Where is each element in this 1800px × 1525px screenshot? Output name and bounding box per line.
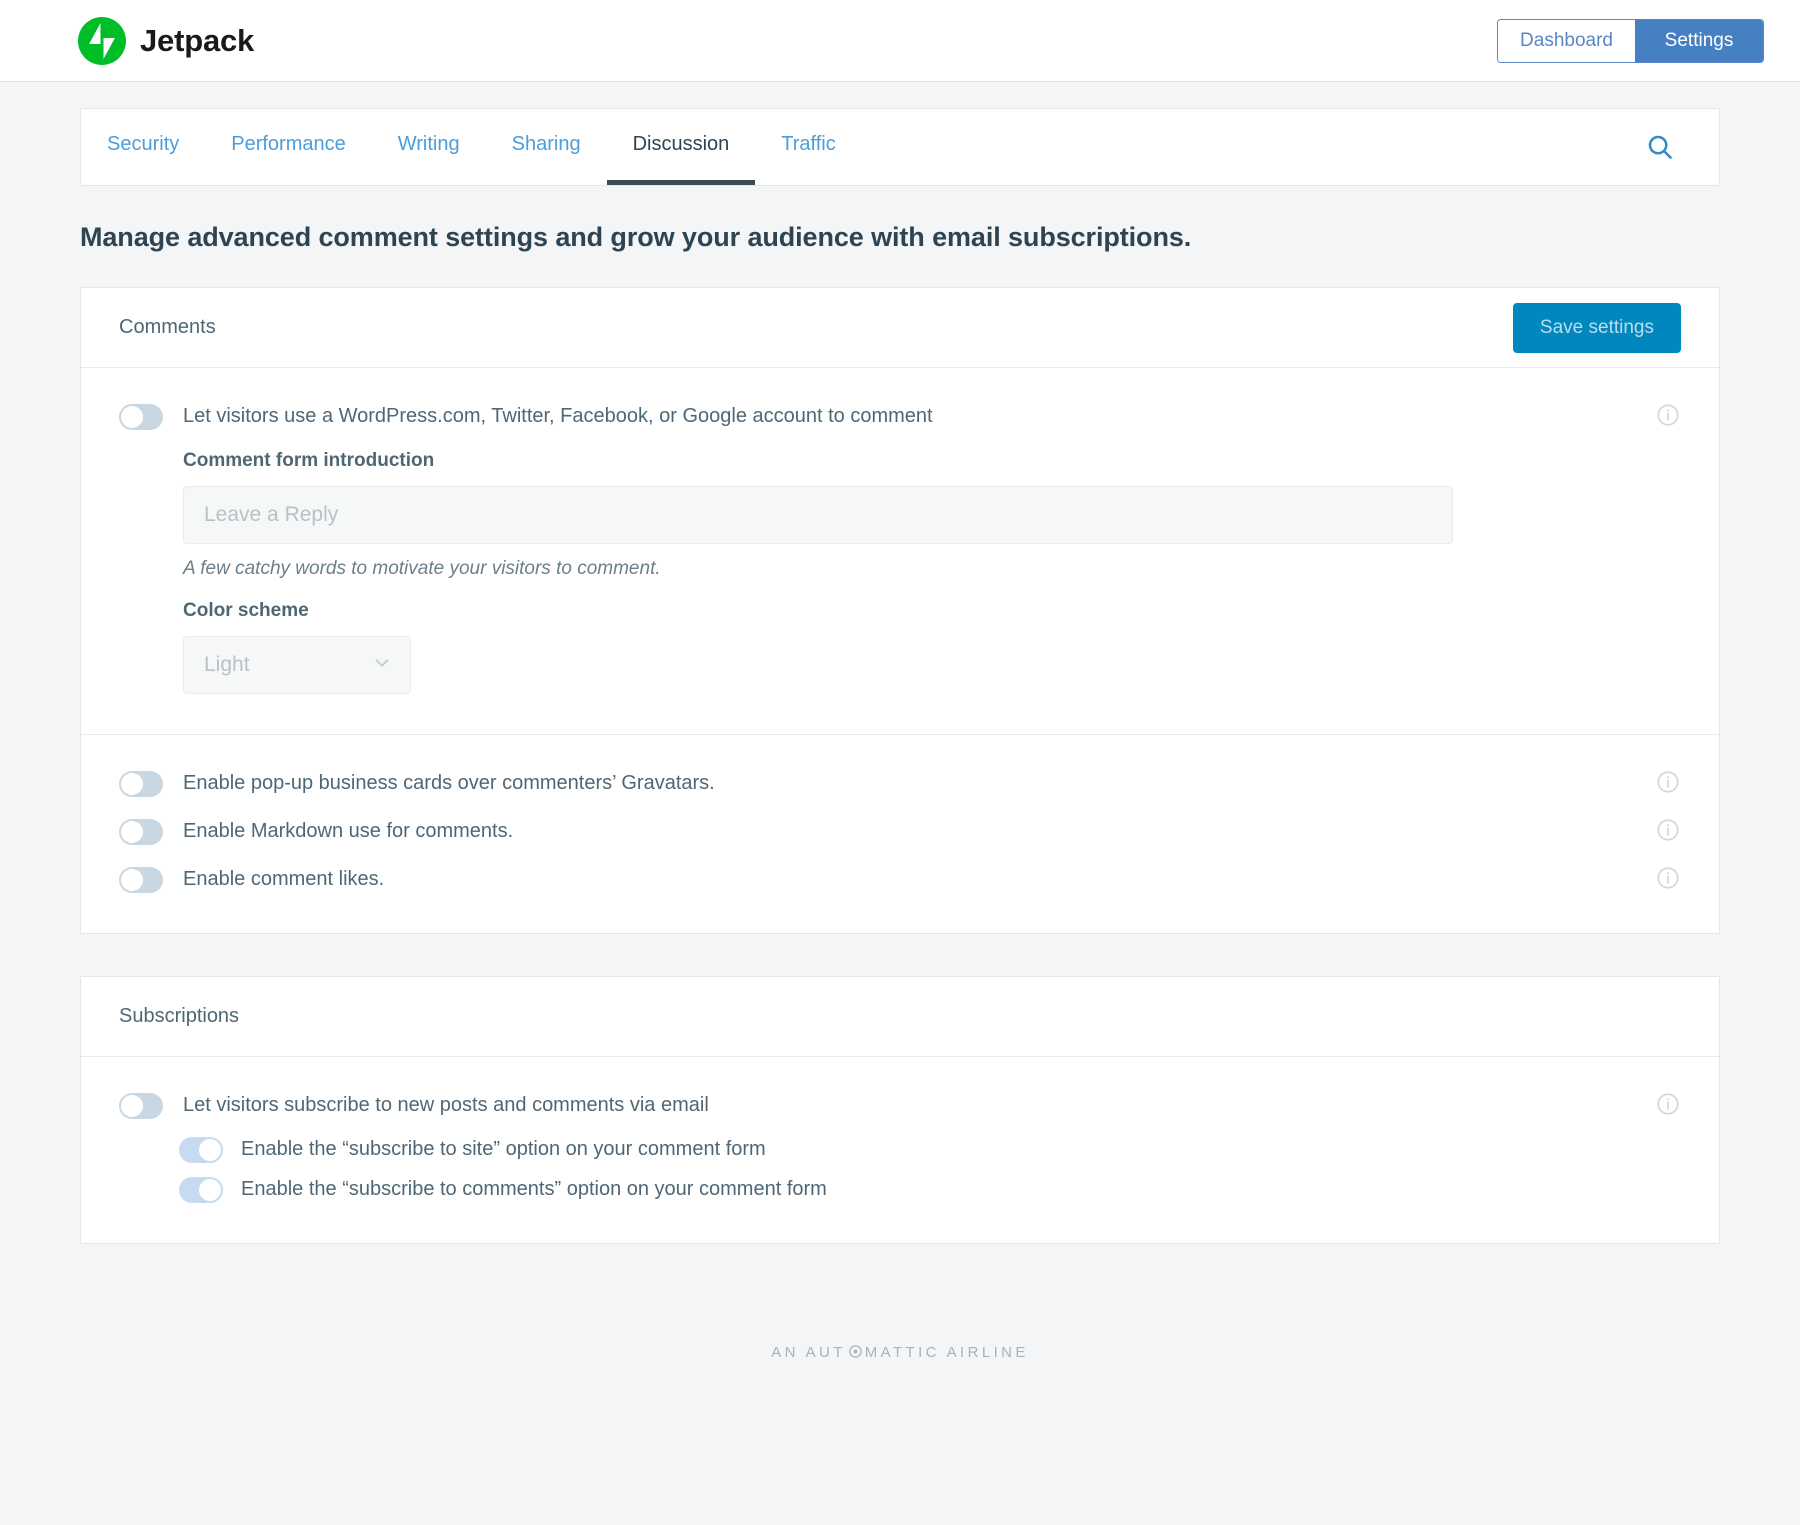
brand: Jetpack bbox=[78, 17, 254, 65]
toggle-subscribe-email-label: Let visitors subscribe to new posts and … bbox=[183, 1091, 709, 1119]
save-settings-button[interactable]: Save settings bbox=[1513, 303, 1681, 353]
toggle-account-comment-label: Let visitors use a WordPress.com, Twitte… bbox=[183, 402, 933, 430]
footer: AN AUT MATTIC AIRLINE bbox=[80, 1286, 1720, 1402]
row-markdown: Enable Markdown use for comments. bbox=[119, 817, 1681, 845]
comment-form-intro-help: A few catchy words to motivate your visi… bbox=[183, 558, 1681, 580]
toggle-markdown-label: Enable Markdown use for comments. bbox=[183, 817, 513, 845]
comments-main-section: Let visitors use a WordPress.com, Twitte… bbox=[81, 368, 1719, 734]
search-icon[interactable] bbox=[1625, 109, 1695, 185]
comment-form-intro-label: Comment form introduction bbox=[183, 450, 1681, 472]
toggle-knob bbox=[199, 1139, 221, 1161]
tab-list: Security Performance Writing Sharing Dis… bbox=[81, 109, 862, 185]
masthead: Jetpack Dashboard Settings bbox=[0, 0, 1800, 82]
subscriptions-card: Subscriptions Let visitors subscribe to … bbox=[80, 976, 1720, 1244]
toggle-account-comment[interactable] bbox=[119, 404, 163, 430]
info-icon[interactable] bbox=[1655, 769, 1681, 800]
color-scheme-select[interactable]: Light bbox=[183, 636, 411, 694]
page-title: Manage advanced comment settings and gro… bbox=[80, 222, 1720, 253]
tab-sharing[interactable]: Sharing bbox=[486, 109, 607, 185]
toggle-knob bbox=[121, 869, 143, 891]
tab-performance[interactable]: Performance bbox=[205, 109, 372, 185]
info-icon[interactable] bbox=[1655, 402, 1681, 433]
toggle-comment-likes-label: Enable comment likes. bbox=[183, 865, 384, 893]
toggle-subscribe-to-comments[interactable] bbox=[179, 1177, 223, 1203]
toggle-subscribe-email[interactable] bbox=[119, 1093, 163, 1119]
subscription-sub-options: Enable the “subscribe to site” option on… bbox=[179, 1135, 1681, 1203]
toggle-knob bbox=[121, 406, 143, 428]
settings-tab-bar: Security Performance Writing Sharing Dis… bbox=[80, 108, 1720, 186]
automattic-mark-icon bbox=[848, 1344, 863, 1361]
row-subscribe-email: Let visitors subscribe to new posts and … bbox=[119, 1091, 1681, 1119]
dashboard-button[interactable]: Dashboard bbox=[1498, 20, 1635, 62]
toggle-comment-likes[interactable] bbox=[119, 867, 163, 893]
row-subscribe-to-site: Enable the “subscribe to site” option on… bbox=[179, 1135, 1681, 1163]
row-business-cards: Enable pop-up business cards over commen… bbox=[119, 769, 1681, 797]
subscriptions-card-title: Subscriptions bbox=[119, 1005, 239, 1028]
footer-credit: AN AUT MATTIC AIRLINE bbox=[771, 1344, 1029, 1361]
color-scheme-label: Color scheme bbox=[183, 600, 1681, 622]
tab-security[interactable]: Security bbox=[81, 109, 205, 185]
page-content: Security Performance Writing Sharing Dis… bbox=[0, 108, 1800, 1402]
toggle-knob bbox=[121, 821, 143, 843]
chevron-down-icon bbox=[371, 652, 393, 679]
footer-prefix: AN AUT bbox=[771, 1344, 846, 1361]
comment-form-intro-input[interactable] bbox=[183, 486, 1453, 544]
comments-card: Comments Save settings Let visitors use … bbox=[80, 287, 1720, 934]
comments-extra-section: Enable pop-up business cards over commen… bbox=[81, 734, 1719, 933]
toggle-subscribe-to-site-label: Enable the “subscribe to site” option on… bbox=[241, 1135, 766, 1163]
toggle-knob bbox=[199, 1179, 221, 1201]
tab-traffic[interactable]: Traffic bbox=[755, 109, 861, 185]
color-scheme-block: Color scheme Light bbox=[183, 600, 1681, 694]
footer-suffix: MATTIC AIRLINE bbox=[865, 1344, 1029, 1361]
subscriptions-card-header: Subscriptions bbox=[81, 977, 1719, 1057]
row-subscribe-to-comments: Enable the “subscribe to comments” optio… bbox=[179, 1175, 1681, 1203]
row-account-comment: Let visitors use a WordPress.com, Twitte… bbox=[119, 402, 1681, 430]
comments-card-title: Comments bbox=[119, 316, 216, 339]
jetpack-logo-icon bbox=[78, 17, 126, 65]
toggle-knob bbox=[121, 773, 143, 795]
toggle-markdown[interactable] bbox=[119, 819, 163, 845]
info-icon[interactable] bbox=[1655, 817, 1681, 848]
tab-discussion[interactable]: Discussion bbox=[607, 109, 756, 185]
toggle-subscribe-to-site[interactable] bbox=[179, 1137, 223, 1163]
subscriptions-section: Let visitors subscribe to new posts and … bbox=[81, 1057, 1719, 1243]
info-icon[interactable] bbox=[1655, 1091, 1681, 1122]
comment-form-intro-block: Comment form introduction A few catchy w… bbox=[183, 450, 1681, 580]
tab-writing[interactable]: Writing bbox=[372, 109, 486, 185]
toggle-business-cards-label: Enable pop-up business cards over commen… bbox=[183, 769, 715, 797]
toggle-business-cards[interactable] bbox=[119, 771, 163, 797]
info-icon[interactable] bbox=[1655, 865, 1681, 896]
row-comment-likes: Enable comment likes. bbox=[119, 865, 1681, 893]
comments-card-header: Comments Save settings bbox=[81, 288, 1719, 368]
brand-name: Jetpack bbox=[140, 23, 254, 59]
section-nav-toggle[interactable]: Dashboard Settings bbox=[1497, 19, 1764, 63]
toggle-knob bbox=[121, 1095, 143, 1117]
toggle-subscribe-to-comments-label: Enable the “subscribe to comments” optio… bbox=[241, 1175, 827, 1203]
settings-button[interactable]: Settings bbox=[1635, 20, 1763, 62]
